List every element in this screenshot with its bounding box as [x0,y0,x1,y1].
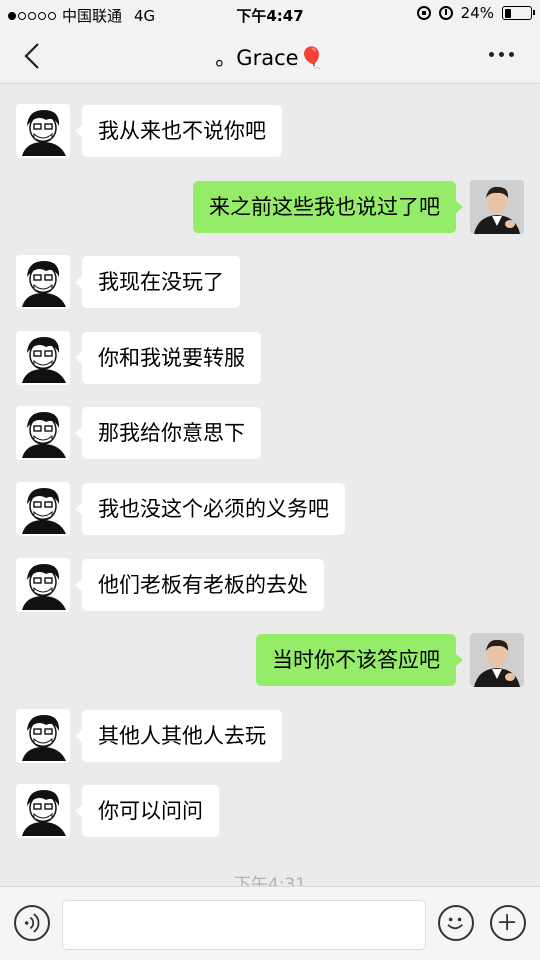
contact-avatar[interactable] [16,708,70,763]
message-row: 你和我说要转服 [0,330,540,387]
message-row: 我从来也不说你吧 [0,104,540,160]
contact-avatar[interactable] [16,255,70,310]
sent-message-bubble[interactable]: 来之前这些我也说过了吧 [193,180,463,233]
received-message-bubble[interactable]: 我现在没玩了 [75,256,240,309]
message-row: 来之前这些我也说过了吧 [0,179,540,236]
battery-icon [502,6,535,20]
plus-icon [499,914,516,931]
contact-avatar[interactable] [16,330,70,385]
message-input[interactable] [62,900,426,950]
message-row: 其他人其他人去玩 [0,708,540,765]
contact-avatar[interactable] [16,482,70,536]
more-options-button[interactable] [489,52,514,57]
voice-input-button[interactable] [14,905,50,941]
rotation-lock-icon [416,6,431,20]
received-message-bubble[interactable]: 我也没这个必须的义务吧 [75,483,345,535]
contact-avatar[interactable] [16,784,70,839]
chat-title: 。Grace🎈 [215,46,325,70]
battery-percent: 24% [460,4,494,22]
message-row: 你可以问问 [0,784,540,840]
received-message-bubble[interactable]: 你和我说要转服 [75,331,261,384]
received-message-bubble[interactable]: 你可以问问 [75,785,219,838]
sent-message-bubble[interactable]: 当时你不该答应吧 [256,634,463,687]
input-bar [0,886,540,960]
received-message-bubble[interactable]: 那我给你意思下 [75,407,261,460]
message-timestamp: 下午4:31 [233,875,307,886]
message-row: 我现在没玩了 [0,255,540,311]
received-message-bubble[interactable]: 我从来也不说你吧 [75,105,282,157]
message-row: 他们老板有老板的去处 [0,557,540,614]
more-dots-icon [489,52,494,57]
received-message-bubble[interactable]: 他们老板有老板的去处 [75,558,324,611]
status-right: 24% [416,4,535,22]
my-avatar[interactable] [470,633,524,688]
alarm-icon [438,6,453,20]
emoji-button[interactable] [438,905,474,941]
contact-avatar[interactable] [16,104,70,158]
my-avatar[interactable] [470,179,524,234]
status-bar: 中国联通 4G 下午4:47 24% [0,0,540,28]
more-functions-button[interactable] [490,905,526,941]
message-row: 我也没这个必须的义务吧 [0,482,540,538]
emoji-icon [447,917,463,930]
message-row: 当时你不该答应吧 [0,633,540,689]
contact-avatar[interactable] [16,406,70,461]
nav-bar: 。Grace🎈 [0,28,540,84]
voice-icon [24,913,40,933]
message-row: 那我给你意思下 [0,406,540,462]
message-list[interactable]: 下午4:31 我从来也不说你吧 来之前这些我也说过了吧 我现在没玩了 你和我说要… [0,84,540,886]
received-message-bubble[interactable]: 其他人其他人去玩 [75,709,282,762]
contact-avatar[interactable] [16,557,70,612]
